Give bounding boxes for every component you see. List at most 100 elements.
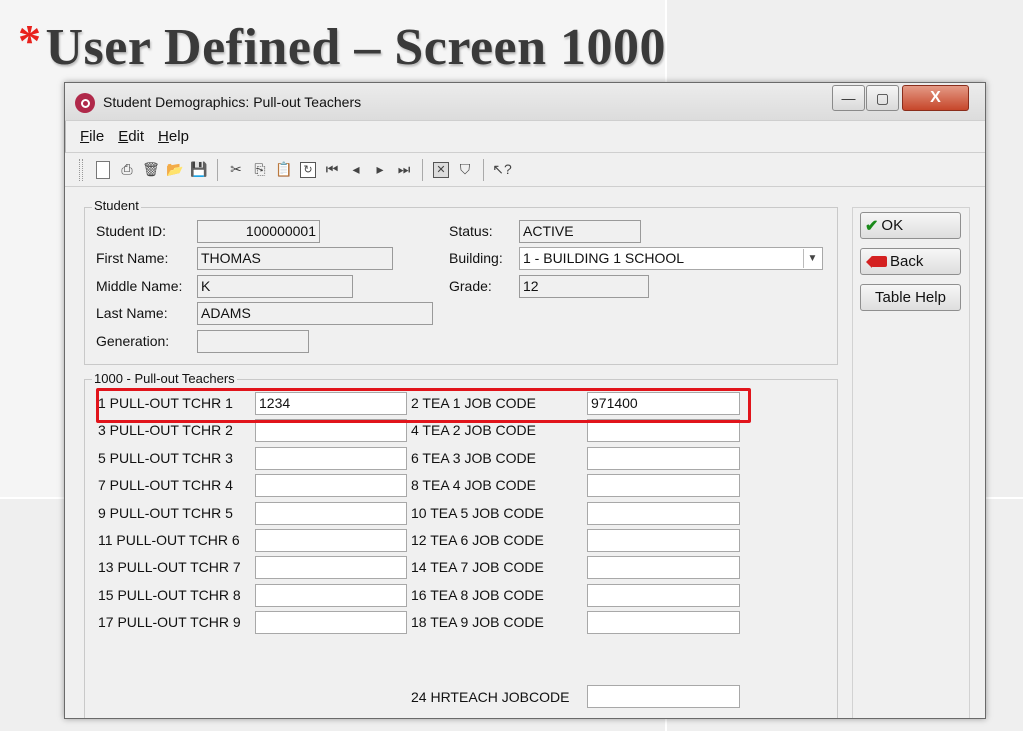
menu-file[interactable]: File <box>80 128 104 145</box>
pullout-teacher-input[interactable] <box>255 474 407 497</box>
tea-job-code-label: 10 TEA 5 JOB CODE <box>411 505 544 521</box>
title-bullet: * <box>18 15 42 66</box>
title-text: User Defined – Screen 1000 <box>45 19 667 76</box>
open-folder-icon[interactable]: 📂 <box>165 160 185 180</box>
slide-title: * User Defined – Screen 1000 <box>18 15 667 84</box>
toolbar-separator <box>422 158 423 181</box>
maximize-button[interactable]: ▢ <box>866 85 899 111</box>
generation-field <box>197 330 309 353</box>
menu-edit[interactable]: Edit <box>118 128 144 145</box>
hrteach-jobcode-label: 24 HRTEACH JOBCODE <box>411 689 570 705</box>
menu-bar: File Edit Help <box>65 121 985 153</box>
building-select-value: 1 - BUILDING 1 SCHOOL <box>523 250 685 266</box>
print-icon[interactable]: ⎙ <box>117 160 137 180</box>
delete-icon[interactable]: 🗑 <box>141 160 161 180</box>
back-button[interactable]: Back <box>860 248 961 275</box>
checkmark-icon: ✔ <box>865 217 879 235</box>
tea-job-code-input[interactable] <box>587 474 740 497</box>
next-record-icon[interactable]: ▸ <box>370 160 390 180</box>
pullout-teacher-label: 3 PULL-OUT TCHR 2 <box>98 422 233 438</box>
context-help-icon[interactable]: ↖? <box>492 160 512 180</box>
minimize-button[interactable]: — <box>832 85 865 111</box>
status-label: Status: <box>449 223 493 239</box>
tea-job-code-input[interactable] <box>587 529 740 552</box>
tea-job-code-label: 2 TEA 1 JOB CODE <box>411 395 537 411</box>
tea-job-code-input[interactable]: 971400 <box>587 392 740 415</box>
pullout-teacher-label: 1 PULL-OUT TCHR 1 <box>98 395 233 411</box>
pullout-teacher-input[interactable] <box>255 611 407 634</box>
student-demographics-window: Student Demographics: Pull-out Teachers … <box>64 82 986 719</box>
new-document-icon[interactable] <box>93 160 113 180</box>
student-id-label: Student ID: <box>96 223 167 239</box>
filter-icon[interactable]: ⛉ <box>455 160 475 180</box>
pullout-teacher-label: 7 PULL-OUT TCHR 4 <box>98 477 233 493</box>
menu-help[interactable]: Help <box>158 128 189 145</box>
tea-job-code-input[interactable] <box>587 556 740 579</box>
toolbar-separator <box>483 158 484 181</box>
table-help-button-label: Table Help <box>875 289 946 306</box>
tea-job-code-label: 16 TEA 8 JOB CODE <box>411 587 544 603</box>
middle-name-label: Middle Name: <box>96 278 183 294</box>
tea-job-code-input[interactable] <box>587 584 740 607</box>
pullout-teacher-label: 9 PULL-OUT TCHR 5 <box>98 505 233 521</box>
last-record-icon[interactable]: ⏭ <box>394 160 414 180</box>
chevron-down-icon[interactable]: ▼ <box>803 249 821 268</box>
pullout-teacher-label: 17 PULL-OUT TCHR 9 <box>98 614 241 630</box>
pullout-teacher-label: 13 PULL-OUT TCHR 7 <box>98 559 241 575</box>
back-arrow-icon <box>866 255 887 268</box>
copy-icon[interactable]: ⎘ <box>250 160 270 180</box>
save-icon[interactable]: 💾 <box>189 160 209 180</box>
last-name-field: ADAMS <box>197 302 433 325</box>
ok-button-label: OK <box>881 217 904 234</box>
pullout-teacher-input[interactable] <box>255 419 407 442</box>
close-button[interactable]: X <box>902 85 969 111</box>
first-name-label: First Name: <box>96 250 169 266</box>
refresh-icon[interactable]: ↻ <box>298 160 318 180</box>
student-id-field: 100000001 <box>197 220 320 243</box>
toolbar: ⎙ 🗑 📂 💾 ✂ ⎘ 📋 ↻ ⏮ ◂ ▸ ⏭ ✕ ⛉ ↖? <box>65 153 985 187</box>
toolbar-grip <box>79 158 83 181</box>
back-button-label: Back <box>890 253 924 270</box>
tea-job-code-input[interactable] <box>587 502 740 525</box>
pullout-teacher-label: 11 PULL-OUT TCHR 6 <box>98 532 240 548</box>
tea-job-code-input[interactable] <box>587 447 740 470</box>
paste-icon[interactable]: 📋 <box>274 160 294 180</box>
table-help-button[interactable]: Table Help <box>860 284 961 311</box>
last-name-label: Last Name: <box>96 305 168 321</box>
window-title: Student Demographics: Pull-out Teachers <box>103 94 362 110</box>
ok-button[interactable]: ✔ OK <box>860 212 961 239</box>
title-bar: Student Demographics: Pull-out Teachers … <box>65 83 985 121</box>
middle-name-field: K <box>197 275 353 298</box>
hrteach-jobcode-input[interactable] <box>587 685 740 708</box>
pullout-teacher-label: 5 PULL-OUT TCHR 3 <box>98 450 233 466</box>
building-select[interactable]: 1 - BUILDING 1 SCHOOL ▼ <box>519 247 823 270</box>
pullout-teacher-input[interactable] <box>255 556 407 579</box>
tea-job-code-label: 4 TEA 2 JOB CODE <box>411 422 537 438</box>
pullout-teachers-group-label: 1000 - Pull-out Teachers <box>92 371 237 386</box>
pullout-teacher-input[interactable] <box>255 584 407 607</box>
tea-job-code-label: 18 TEA 9 JOB CODE <box>411 614 544 630</box>
status-field: ACTIVE <box>519 220 641 243</box>
pullout-teacher-input[interactable] <box>255 529 407 552</box>
building-label: Building: <box>449 250 503 266</box>
student-group-label: Student <box>92 198 141 213</box>
first-name-field: THOMAS <box>197 247 393 270</box>
tea-job-code-input[interactable] <box>587 611 740 634</box>
cut-icon[interactable]: ✂ <box>226 160 246 180</box>
export-icon[interactable]: ✕ <box>431 160 451 180</box>
app-logo-icon <box>75 93 95 113</box>
tea-job-code-label: 14 TEA 7 JOB CODE <box>411 559 544 575</box>
pullout-teacher-input[interactable] <box>255 502 407 525</box>
toolbar-separator <box>217 158 218 181</box>
grade-label: Grade: <box>449 278 492 294</box>
first-record-icon[interactable]: ⏮ <box>322 160 342 180</box>
grade-field: 12 <box>519 275 649 298</box>
tea-job-code-input[interactable] <box>587 419 740 442</box>
generation-label: Generation: <box>96 333 170 349</box>
pullout-teacher-input[interactable] <box>255 447 407 470</box>
tea-job-code-label: 6 TEA 3 JOB CODE <box>411 450 537 466</box>
pullout-teacher-label: 15 PULL-OUT TCHR 8 <box>98 587 241 603</box>
tea-job-code-label: 12 TEA 6 JOB CODE <box>411 532 544 548</box>
pullout-teacher-input[interactable]: 1234 <box>255 392 407 415</box>
previous-record-icon[interactable]: ◂ <box>346 160 366 180</box>
